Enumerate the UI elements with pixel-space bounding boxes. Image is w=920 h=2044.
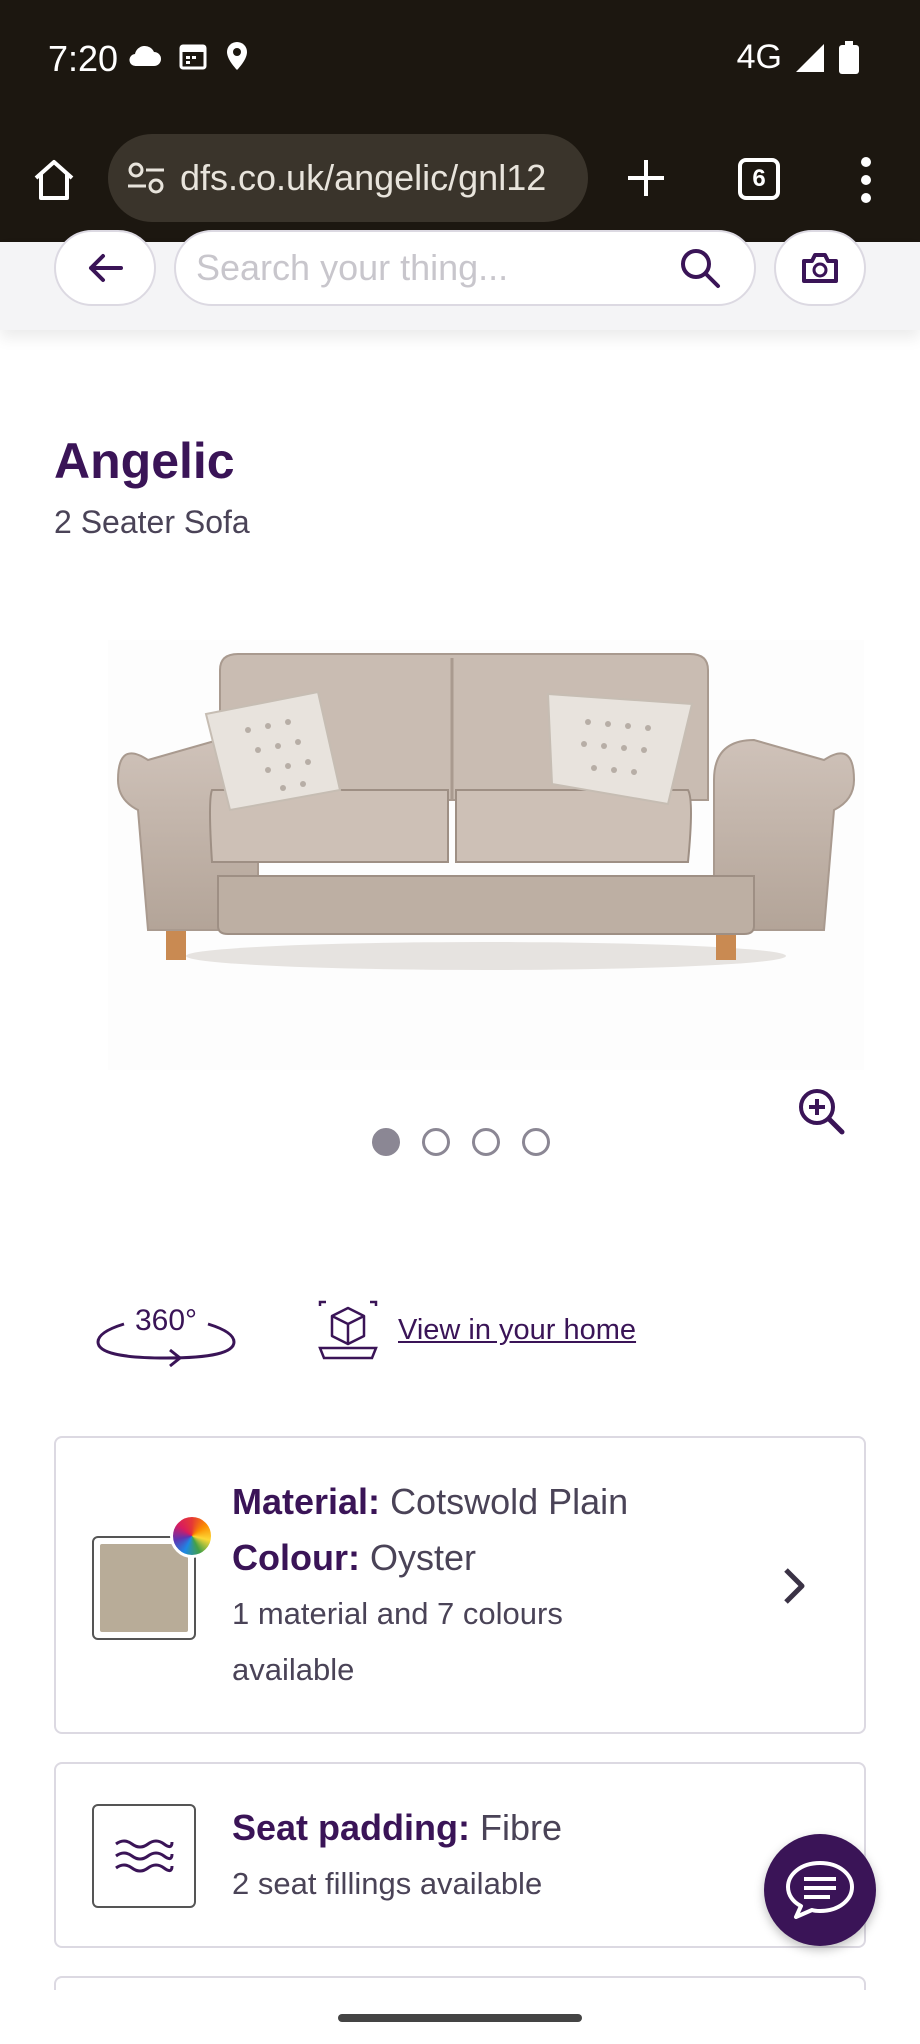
tab-count: 6 — [752, 165, 766, 192]
location-icon — [227, 42, 247, 70]
view-in-home-icon[interactable] — [316, 1300, 380, 1366]
material-label: Material: — [232, 1481, 381, 1522]
view-in-home-link[interactable]: View in your home — [398, 1314, 636, 1347]
address-bar[interactable]: dfs.co.uk/angelic/gnl12 — [108, 134, 588, 222]
product-image[interactable] — [108, 640, 864, 1070]
tune-icon[interactable] — [126, 160, 166, 196]
material-colour-card[interactable]: Material: Cotswold Plain Colour: Oyster … — [54, 1436, 866, 1734]
carousel-dot-1[interactable] — [372, 1128, 400, 1156]
back-arrow-icon — [89, 254, 123, 282]
signal-icon — [796, 43, 824, 72]
camera-search-button[interactable] — [774, 230, 866, 306]
camera-icon — [802, 253, 838, 283]
seat-padding-card[interactable]: Seat padding: Fibre 2 seat fillings avai… — [54, 1762, 866, 1948]
status-bar: 7:20 4G — [0, 0, 920, 120]
sofa-illustration — [116, 653, 856, 970]
battery-icon — [839, 40, 859, 74]
calendar-icon — [179, 44, 207, 70]
site-header — [0, 230, 920, 330]
chat-button[interactable] — [764, 1834, 876, 1946]
carousel-dot-4[interactable] — [522, 1128, 550, 1156]
seat-padding-value: Fibre — [480, 1807, 563, 1848]
view-360-label: 360° — [135, 1304, 197, 1337]
carousel-dot-3[interactable] — [472, 1128, 500, 1156]
url-text: dfs.co.uk/angelic/gnl12 — [180, 157, 547, 198]
search-icon[interactable] — [678, 246, 722, 290]
carousel-dots — [372, 1128, 550, 1156]
more-vert-icon[interactable] — [858, 154, 874, 206]
fabric-swatch-fill — [100, 1544, 188, 1632]
browser-toolbar: dfs.co.uk/angelic/gnl12 6 — [0, 120, 920, 242]
view-360-button[interactable]: 360° — [94, 1300, 238, 1370]
material-availability-cont: available — [232, 1652, 355, 1687]
home-icon[interactable] — [30, 156, 78, 204]
network-type: 4G — [736, 38, 782, 76]
zoom-in-icon[interactable] — [796, 1086, 846, 1136]
product-title: Angelic — [54, 433, 235, 489]
seat-padding-availability: 2 seat fillings available — [232, 1866, 543, 1901]
cloud-icon — [129, 45, 161, 67]
carousel-dot-2[interactable] — [422, 1128, 450, 1156]
colour-wheel-icon — [170, 1514, 214, 1558]
seat-padding-label: Seat padding: — [232, 1807, 471, 1848]
home-indicator[interactable] — [338, 2014, 582, 2022]
status-time: 7:20 — [48, 38, 119, 79]
material-availability: 1 material and 7 colours — [232, 1596, 563, 1631]
colour-value: Oyster — [369, 1537, 476, 1578]
colour-label: Colour: — [232, 1537, 360, 1578]
material-value: Cotswold Plain — [390, 1481, 629, 1522]
search-input[interactable] — [196, 242, 656, 294]
plus-icon[interactable] — [622, 154, 670, 202]
chat-icon — [786, 1861, 854, 1919]
search-box — [174, 230, 756, 306]
back-button[interactable] — [54, 230, 156, 306]
tabs-button[interactable]: 6 — [738, 158, 780, 200]
waves-icon — [115, 1839, 174, 1873]
padding-icon-box — [92, 1804, 196, 1908]
product-subtitle: 2 Seater Sofa — [54, 504, 250, 540]
chevron-right-icon — [784, 1568, 805, 1604]
